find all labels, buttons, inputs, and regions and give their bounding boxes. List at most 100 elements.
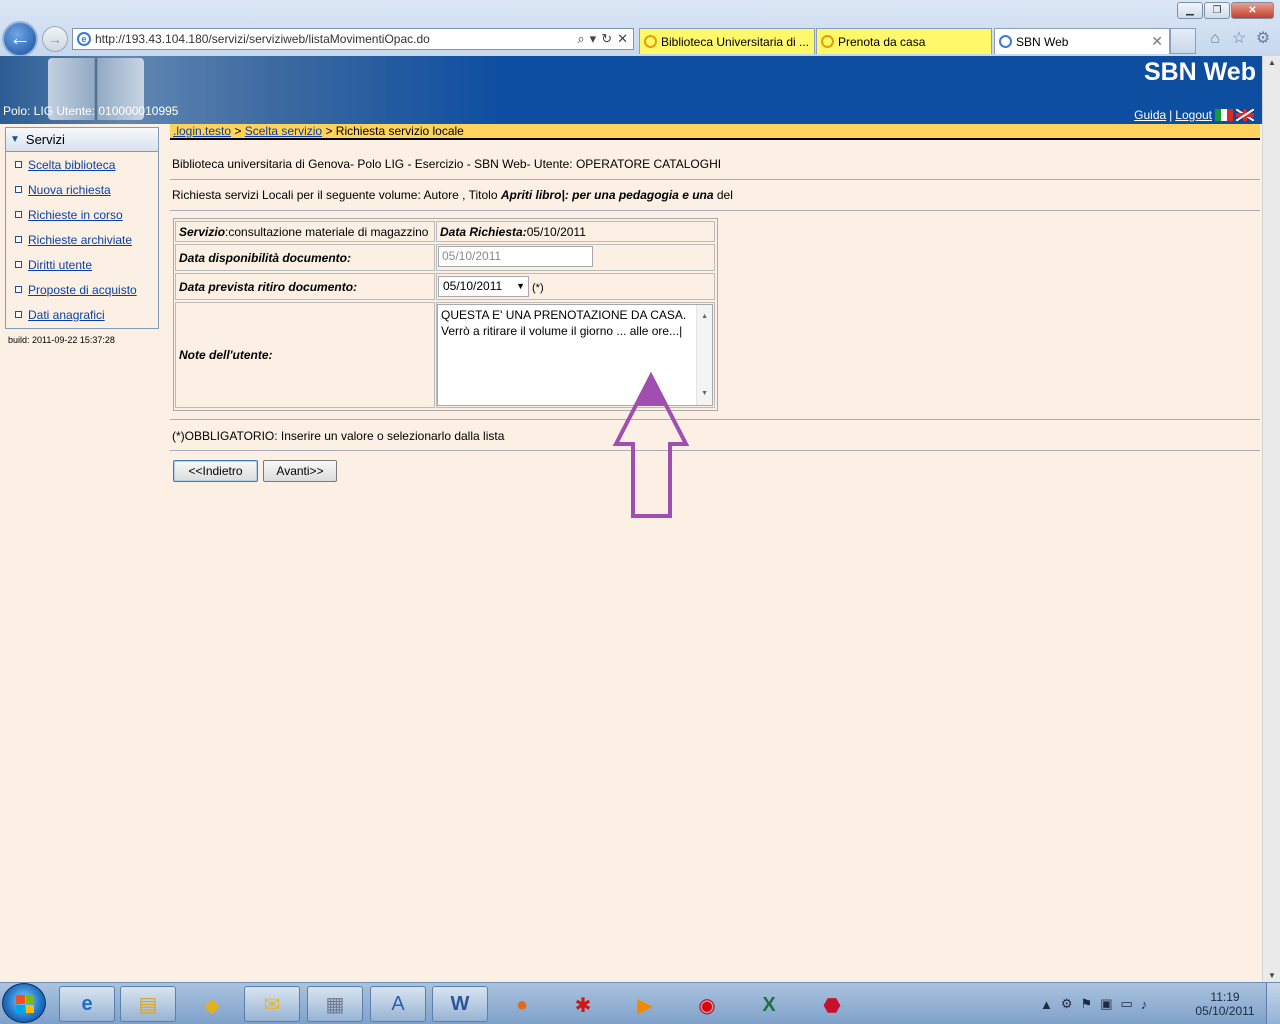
media-player-icon[interactable]: ▶ (630, 990, 660, 1020)
address-url[interactable]: http://193.43.104.180/servizi/serviziweb… (95, 32, 577, 46)
sidebar-item-dati-anagrafici[interactable]: Dati anagrafici (6, 302, 158, 327)
system-tray: ▲ ⚙ ⚑ ▣ ▭ ♪ (1040, 988, 1147, 1020)
minimize-button[interactable]: ▁ (1177, 2, 1203, 19)
volume-info-text: Richiesta servizi Locali per il seguente… (172, 188, 733, 202)
word-icon[interactable]: W (432, 986, 488, 1022)
close-tab-icon[interactable]: ✕ (1151, 33, 1163, 50)
window-controls: ▁ ❐ ✕ (1176, 2, 1274, 20)
sidebar-item-proposte-acquisto[interactable]: Proposte di acquisto (6, 277, 158, 302)
refresh-icon[interactable]: ↻ (601, 31, 612, 47)
divider (170, 419, 1260, 420)
tab-label: SBN Web (1016, 34, 1069, 49)
scroll-down-icon[interactable]: ▼ (701, 386, 708, 402)
page-header: Polo: LIG Utente: 010000010995 SBN Web G… (0, 56, 1262, 124)
excel-icon[interactable]: X (754, 990, 784, 1020)
build-info: build: 2011-09-22 15:37:28 (8, 335, 115, 345)
mail-icon[interactable]: ✉ (244, 986, 300, 1022)
tools-gear-icon[interactable]: ⚙ (1254, 30, 1272, 48)
sidebar-link[interactable]: Diritti utente (28, 258, 92, 272)
red-splash-icon[interactable]: ✱ (568, 990, 598, 1020)
sidebar-link[interactable]: Richieste archiviate (28, 233, 132, 247)
maximize-button[interactable]: ❐ (1204, 2, 1230, 19)
volume-icon[interactable]: ♪ (1141, 997, 1148, 1012)
show-desktop-button[interactable] (1266, 983, 1280, 1024)
link-separator: | (1169, 108, 1173, 122)
divider (170, 179, 1260, 180)
ritiro-selected-value: 05/10/2011 (443, 279, 503, 293)
windows-live-icon[interactable]: ◆ (197, 990, 227, 1020)
tab-sbnweb[interactable]: SBN Web ✕ (994, 28, 1170, 54)
sidebar-link[interactable]: Dati anagrafici (28, 308, 105, 322)
search-icon[interactable]: ⌕ (577, 31, 584, 47)
breadcrumb-scelta-servizio[interactable]: Scelta servizio (245, 124, 322, 138)
data-richiesta-label: Data Richiesta: (440, 224, 527, 239)
sidebar-link[interactable]: Scelta biblioteca (28, 158, 115, 172)
servizio-cell: Servizio:consultazione materiale di maga… (175, 221, 435, 242)
sidebar-item-richieste-archiviate[interactable]: Richieste archiviate (6, 227, 158, 252)
sidebar-link[interactable]: Proposte di acquisto (28, 283, 137, 297)
scroll-down-icon[interactable]: ▼ (1268, 971, 1276, 980)
close-window-button[interactable]: ✕ (1231, 2, 1274, 19)
sidebar-item-nuova-richiesta[interactable]: Nuova richiesta (6, 177, 158, 202)
home-icon[interactable]: ⌂ (1206, 30, 1224, 48)
network-tray-icon[interactable]: ⚙ (1061, 996, 1073, 1012)
clock[interactable]: 11:19 05/10/2011 (1188, 990, 1262, 1018)
logout-link[interactable]: Logout (1175, 108, 1212, 122)
dropdown-arrow-icon[interactable]: ▼ (516, 277, 525, 296)
ritiro-date-select[interactable]: 05/10/2011 ▼ (438, 276, 529, 297)
english-flag-icon[interactable] (1236, 109, 1254, 121)
calculator-icon[interactable]: ▦ (307, 986, 363, 1022)
guida-link[interactable]: Guida (1134, 108, 1166, 122)
page-scrollbar[interactable]: ▲ ▼ (1262, 56, 1280, 982)
forward-button[interactable]: → (42, 26, 68, 52)
acrobat-icon[interactable]: ⬣ (817, 990, 847, 1020)
display-tray-icon[interactable]: ▭ (1120, 996, 1132, 1012)
favorites-star-icon[interactable]: ☆ (1230, 30, 1248, 48)
action-center-flag-icon[interactable]: ⚑ (1081, 996, 1093, 1012)
stop-icon[interactable]: ✕ (617, 31, 628, 47)
clock-date: 05/10/2011 (1195, 1004, 1255, 1018)
address-bar[interactable]: e http://193.43.104.180/servizi/serviziw… (72, 28, 634, 50)
internet-explorer-icon[interactable]: e (59, 986, 115, 1022)
tray-expand-icon[interactable]: ▲ (1040, 997, 1053, 1012)
windows-logo-icon (16, 995, 34, 1013)
sidebar-link[interactable]: Nuova richiesta (28, 183, 111, 197)
sidebar-item-diritti-utente[interactable]: Diritti utente (6, 252, 158, 277)
start-button[interactable] (2, 983, 46, 1023)
file-explorer-icon[interactable]: ▤ (120, 986, 176, 1022)
firefox-icon[interactable]: ● (507, 990, 537, 1020)
breadcrumb-login[interactable]: .login.testo (173, 124, 231, 138)
textarea-scrollbar[interactable]: ▲ ▼ (696, 305, 712, 405)
servizio-label: Servizio (179, 224, 226, 239)
scroll-up-icon[interactable]: ▲ (701, 309, 708, 325)
volume-info-suffix: del (713, 188, 733, 202)
vodafone-icon[interactable]: ◉ (692, 990, 722, 1020)
bullet-square-icon (15, 261, 22, 268)
sidebar: ▼ Servizi Scelta biblioteca Nuova richie… (5, 127, 159, 329)
library-info-text: Biblioteca universitaria di Genova- Polo… (172, 157, 722, 171)
back-button[interactable]: ← (2, 21, 38, 57)
sidebar-item-scelta-biblioteca[interactable]: Scelta biblioteca (6, 152, 158, 177)
clock-time: 11:19 (1210, 990, 1240, 1004)
ie-tab-icon (999, 35, 1012, 48)
data-richiesta-cell: Data Richiesta: 05/10/2011 (436, 221, 715, 242)
scroll-up-icon[interactable]: ▲ (1268, 58, 1276, 67)
tab-label: Biblioteca Universitaria di ... (661, 34, 810, 49)
breadcrumb-sep: > (322, 124, 336, 138)
device-tray-icon[interactable]: ▣ (1100, 996, 1112, 1012)
bullet-square-icon (15, 161, 22, 168)
dropdown-arrow-icon[interactable]: ▾ (590, 31, 597, 47)
tab-prenota[interactable]: Prenota da casa (816, 28, 992, 54)
collapse-triangle-icon[interactable]: ▼ (10, 134, 20, 145)
sidebar-header[interactable]: ▼ Servizi (6, 128, 158, 152)
next-form-button[interactable]: Avanti>> (263, 460, 337, 482)
text-editor-icon[interactable]: A (370, 986, 426, 1022)
breadcrumb-current: Richiesta servizio locale (335, 124, 464, 138)
sidebar-item-richieste-in-corso[interactable]: Richieste in corso (6, 202, 158, 227)
new-tab-button[interactable] (1170, 28, 1196, 54)
italian-flag-icon[interactable] (1215, 109, 1233, 121)
tab-biblioteca[interactable]: Biblioteca Universitaria di ... (639, 28, 815, 54)
back-form-button[interactable]: <<Indietro (173, 460, 258, 482)
bullet-square-icon (15, 186, 22, 193)
sidebar-link[interactable]: Richieste in corso (28, 208, 123, 222)
